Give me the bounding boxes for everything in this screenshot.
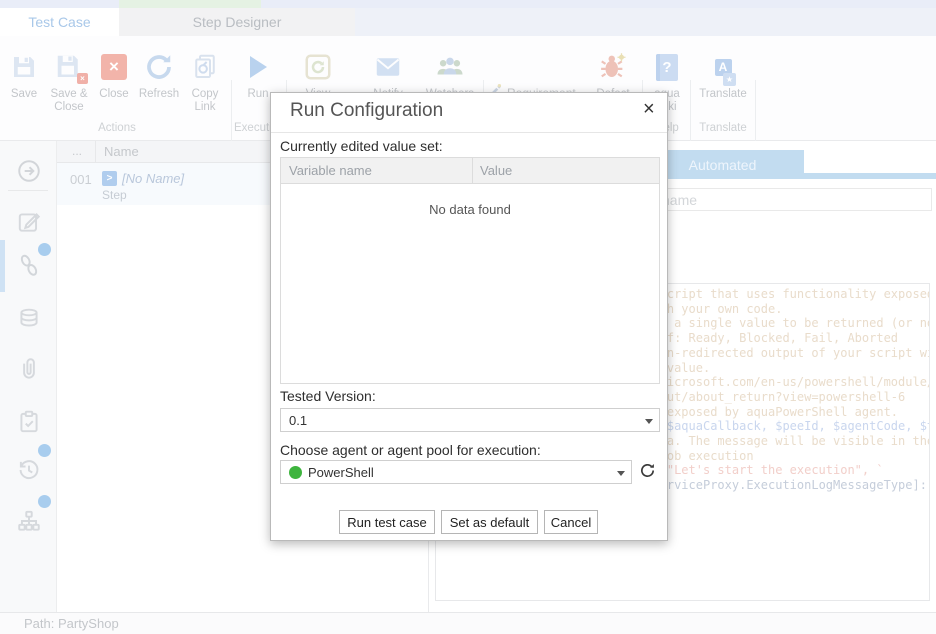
save-and-close-label: Save & Close [46,88,92,114]
app-window: Test Case Step Designer Save × Save & Cl… [0,0,936,634]
close-button[interactable]: × Close [94,48,134,101]
table-column-divider [472,158,473,184]
copy-link-button[interactable]: Copy Link [184,48,226,114]
arrow-circle-right-icon [16,171,42,188]
run-icon [234,48,282,86]
edit-pencil-icon [16,222,42,239]
clipboard-check-icon [16,422,42,439]
column-variable-name: Variable name [289,163,372,178]
sidebar-divider [8,190,48,191]
dialog-title-divider [271,132,667,133]
group-label-translate: Translate [694,122,752,134]
sidebar-item-review[interactable] [16,409,42,435]
tested-version-label: Tested Version: [280,388,376,404]
agent-select[interactable]: PowerShell [280,460,632,484]
close-icon: × [94,48,134,86]
refresh-label: Refresh [136,88,182,101]
agent-value: PowerShell [308,465,374,480]
save-icon [4,48,44,86]
sidebar-item-dependencies[interactable] [16,508,42,534]
translate-button[interactable]: A★ Translate [694,48,752,101]
top-strip-green-segment [119,0,261,8]
tested-version-value: 0.1 [289,413,307,428]
tab-step-designer[interactable]: Step Designer [119,8,355,36]
sidebar-item-test-data[interactable] [16,306,42,332]
column-value: Value [480,163,512,178]
aqua-wiki-icon: ? [646,48,688,86]
sidebar-item-steps[interactable] [16,252,42,278]
steps-notification-dot [38,243,51,256]
step-type: Step [102,188,127,202]
refresh-icon [639,466,656,483]
step-name: [No Name] [122,171,184,186]
powershell-step-icon: > [102,171,117,186]
copy-link-icon [184,48,226,86]
refresh-button[interactable]: Refresh [136,48,182,101]
agent-status-dot [289,466,302,479]
tab-test-case-label: Test Case [28,14,90,30]
translate-label: Translate [694,88,752,101]
dialog-title: Run Configuration [290,100,443,122]
sidebar-active-indicator [0,240,5,292]
run-test-case-button[interactable]: Run test case [339,510,435,534]
agent-refresh-button[interactable] [639,462,656,484]
chevron-down-icon [645,419,653,424]
cancel-button[interactable]: Cancel [544,510,598,534]
tab-automated-label: Automated [689,157,757,173]
sidebar-item-edit[interactable] [16,209,42,235]
column-more: ... [72,144,82,158]
close-label: Close [94,88,134,101]
column-name: Name [104,144,139,159]
value-set-table-header: Variable name Value [281,158,659,184]
status-path: Path: PartyShop [24,616,119,631]
save-button[interactable]: Save [4,48,44,101]
collapse-panel-button[interactable] [16,158,42,184]
dependencies-notification-dot [38,495,51,508]
refresh-icon [136,48,182,86]
value-set-label: Currently edited value set: [280,138,443,154]
save-and-close-button[interactable]: × Save & Close [46,48,92,114]
save-label: Save [4,88,44,101]
hierarchy-icon [16,521,42,538]
set-as-default-button[interactable]: Set as default [441,510,538,534]
sidebar-item-attachments[interactable] [16,356,42,382]
tab-step-designer-label: Step Designer [193,14,282,30]
step-number: 001 [70,172,92,187]
defect-icon [588,48,638,86]
tested-version-select[interactable]: 0.1 [280,408,660,432]
agent-label: Choose agent or agent pool for execution… [280,442,541,458]
tab-test-case[interactable]: Test Case [0,8,119,36]
history-notification-dot [38,444,51,457]
history-clock-icon [16,470,42,487]
paperclip-icon [16,369,42,386]
chevron-down-icon [617,471,625,476]
view-icon [292,48,344,86]
status-bar: Path: PartyShop [0,612,936,634]
table-empty-message: No data found [281,202,659,217]
dialog-close-icon[interactable]: × [643,98,655,121]
save-and-close-icon: × [46,48,92,86]
run-configuration-dialog: Run Configuration × Currently edited val… [270,92,668,541]
translate-icon: A★ [708,48,738,86]
notify-icon [362,48,414,86]
copy-link-label: Copy Link [184,88,226,114]
footsteps-icon [16,265,42,282]
group-label-actions: Actions [4,122,230,134]
database-icon [16,319,42,336]
value-set-table: Variable name Value No data found [280,157,660,384]
watchers-icon [420,48,480,86]
sidebar-item-history[interactable] [16,457,42,483]
